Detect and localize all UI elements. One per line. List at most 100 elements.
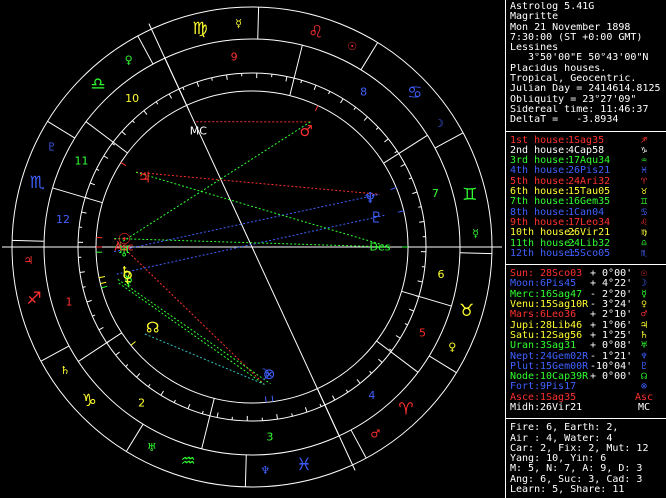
planet-tick [397, 210, 404, 213]
house-number: 1 [66, 295, 73, 308]
house-cusp-line [383, 134, 428, 164]
sign-divider [434, 132, 464, 149]
house-label: 12th house: [510, 247, 577, 259]
aspect-line [118, 282, 265, 385]
degree-tick [79, 271, 85, 273]
house-value: 26Vir21 [568, 227, 611, 239]
sagittarius-icon: ♐ [26, 289, 41, 309]
sign-divider [40, 345, 70, 362]
chart-coords: 3°50'00"E 50°43'00"N [528, 53, 649, 64]
degree-tick [340, 98, 344, 104]
julian-day: Julian Day = 2414614.8125 [510, 84, 661, 95]
house-cusp-line [289, 45, 303, 96]
sign-divider [137, 35, 154, 65]
degree-tick [136, 373, 141, 378]
zodiac-type: Tropical, Geocentric. [510, 74, 637, 85]
degree-tick [408, 308, 414, 312]
node-icon: ☊ [146, 319, 159, 337]
aquarius-icon: ♒ [180, 452, 195, 472]
planet-label: Uran: [510, 340, 541, 352]
ruler-icon: ♇ [47, 140, 57, 153]
delta-t: DeltaT = -3.8934 [510, 115, 619, 126]
sign-divider [125, 423, 144, 452]
degree-tick [417, 280, 423, 283]
divider [506, 264, 666, 266]
house-number: 12 [56, 213, 70, 226]
house-number: 11 [74, 154, 88, 167]
degree-tick [291, 413, 293, 417]
degree-tick [412, 191, 418, 195]
planet-tick [265, 396, 267, 403]
degree-tick [115, 351, 120, 356]
degree-tick [400, 163, 406, 168]
planet-label: Midh: [510, 401, 541, 413]
libra-icon: ♎ [90, 74, 105, 94]
degree-tick [96, 168, 100, 171]
aries-icon: ♈ [398, 400, 413, 420]
ruler-icon: ♃ [23, 254, 33, 267]
summary-line: M: 5, N: 7, A: 9, D: 3 [510, 464, 643, 475]
house-cusp-line [401, 290, 452, 307]
degree-tick [82, 286, 86, 288]
planet-value: 26Vir21 [540, 401, 583, 413]
ruler-icon: ☿ [235, 17, 242, 30]
ruler-icon: ♅ [147, 441, 157, 454]
house-row: 10th house: 26Vir21 ♍ [510, 227, 666, 239]
degree-tick [160, 390, 164, 396]
sign-divider [459, 252, 492, 255]
planet-value: 3Sag31 [540, 340, 577, 352]
chart-date: Mon 21 November 1898 [510, 22, 631, 33]
info-panel: Astrolog 5.41G Magritte Mon 21 November … [505, 0, 666, 498]
degree-tick [173, 399, 176, 403]
degree-tick [345, 389, 349, 393]
taurus-icon: ♉ [459, 301, 474, 321]
planet-tick [186, 105, 190, 112]
sign-divider [244, 454, 247, 487]
planet-latitude [590, 403, 634, 413]
planet-latitude: + 0°00' [590, 371, 633, 383]
degree-tick [125, 364, 129, 367]
aspect-line [114, 238, 391, 248]
house-cusp-line [201, 398, 215, 449]
aspect-line [117, 279, 271, 385]
summary-line: Ang: 6, Suc: 3, Cad: 3 [510, 474, 643, 485]
chart-time: 7:30:00 (ST +0:00 GMT) [510, 32, 643, 43]
degree-tick [143, 110, 148, 115]
sign-divider [428, 355, 457, 374]
sidereal-time: Sidereal time: 11:46:37 [510, 104, 649, 115]
ruler-icon: ♀ [125, 54, 133, 67]
house-number: 2 [138, 396, 145, 409]
asc-icon: Asc [114, 241, 133, 254]
virgo-icon: ♍ [192, 19, 207, 39]
degree-tick [331, 395, 336, 401]
sign-icon: ♏ [640, 247, 648, 259]
degree-tick [378, 358, 383, 363]
house-cusp-line [376, 340, 419, 373]
aspect-line [113, 238, 265, 385]
planet-latitude: + 0°08' [590, 340, 633, 352]
house-number: 4 [368, 389, 375, 402]
degree-tick [319, 403, 322, 407]
summary-line: Fire: 6, Earth: 2, [510, 423, 619, 434]
degree-tick [285, 76, 288, 82]
planet-row: Uran: 3Sag31 + 0°08' ♅ [510, 340, 666, 352]
planet-tick [120, 162, 127, 167]
sign-divider [47, 120, 76, 139]
chart-wheel: ♈♂♉♀♊☿♋☽♌☉♍ ☿♎♀♏♇♐♃♑♄♒♅♓♆ 123456789101112… [2, 6, 502, 488]
leo-icon: ♌ [308, 22, 323, 42]
summary-line: Air : 4, Water: 4 [510, 433, 613, 444]
sign-divider [350, 429, 367, 459]
aspect-line [144, 333, 265, 385]
degree-tick [375, 127, 379, 130]
degree-tick [369, 370, 372, 374]
degree-tick [313, 85, 317, 91]
degree-tick [147, 384, 151, 388]
planet-tick [130, 341, 136, 346]
degree-tick [408, 177, 412, 180]
summary-line: Yang: 10, Yin: 6 [510, 454, 607, 465]
ruler-icon: ♄ [60, 364, 70, 377]
degree-tick [103, 155, 109, 159]
house-number: 6 [438, 268, 445, 281]
degree-tick [92, 314, 96, 317]
degree-tick [201, 410, 204, 414]
